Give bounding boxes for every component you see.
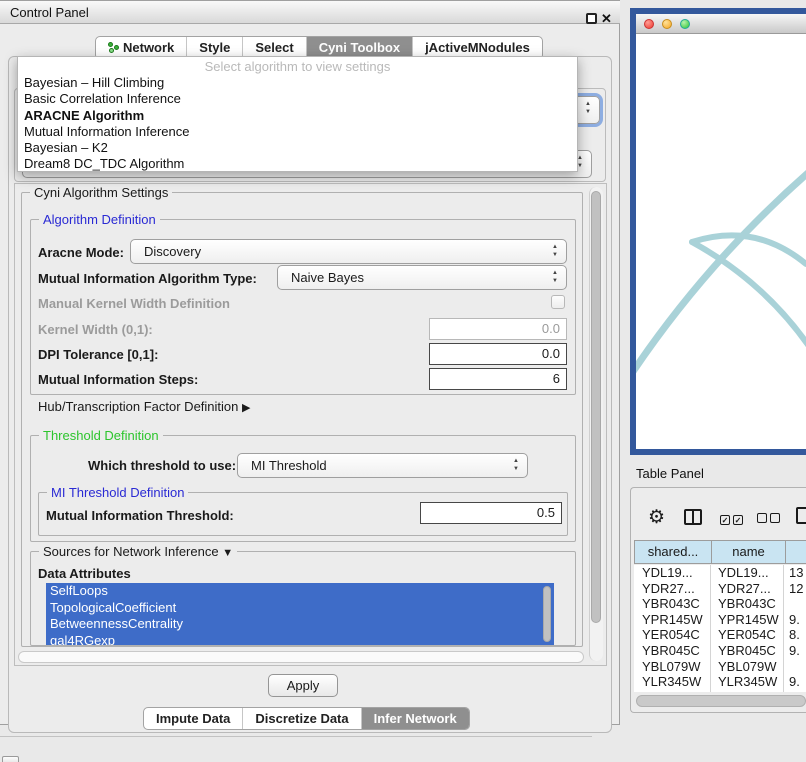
algorithm-option[interactable]: Bayesian – Hill Climbing: [18, 75, 577, 91]
mi-type-combo[interactable]: Naive Bayes ▲▼: [277, 265, 567, 290]
network-view-window: [630, 8, 806, 455]
select-all-columns-icon[interactable]: ✓✓: [720, 511, 743, 526]
data-attribute-item[interactable]: SelfLoops: [46, 583, 554, 600]
table-horizontal-scrollbar[interactable]: [636, 695, 806, 707]
table-row[interactable]: YIL052CYIL052C9: [634, 690, 806, 692]
bottom-divider: [0, 736, 592, 737]
network-icon: [108, 42, 119, 53]
bottom-left-corner-button[interactable]: [2, 756, 19, 762]
aracne-mode-value: Discovery: [144, 244, 201, 259]
data-attributes-list: SelfLoopsTopologicalCoefficientBetweenne…: [46, 583, 554, 645]
table-row[interactable]: YBL079WYBL079W: [634, 659, 806, 675]
algorithm-option[interactable]: Basic Correlation Inference: [18, 91, 577, 107]
table-row[interactable]: YLR345WYLR345W9.: [634, 674, 806, 690]
close-icon[interactable]: ✕: [601, 11, 612, 27]
close-traffic-light-icon[interactable]: [644, 19, 654, 29]
column-header-shared-name[interactable]: shared...: [634, 540, 711, 564]
algorithm-popup-list: Bayesian – Hill ClimbingBasic Correlatio…: [18, 75, 577, 173]
table-row[interactable]: YBR043CYBR043C: [634, 596, 806, 612]
column-view-icon[interactable]: [684, 509, 702, 525]
which-threshold-combo[interactable]: MI Threshold ▲▼: [237, 453, 528, 478]
table-row[interactable]: YDL19...YDL19...13: [634, 565, 806, 581]
mi-steps-label: Mutual Information Steps:: [38, 372, 198, 387]
algorithm-dropdown-prompt: Select algorithm to view settings: [18, 57, 577, 75]
algorithm-option[interactable]: Mutual Information Inference: [18, 124, 577, 140]
minimize-traffic-light-icon[interactable]: [662, 19, 672, 29]
dpi-tolerance-label: DPI Tolerance [0,1]:: [38, 347, 158, 362]
algorithm-option[interactable]: Dream8 DC_TDC Algorithm: [18, 156, 577, 172]
mi-threshold-group-title: MI Threshold Definition: [47, 485, 188, 500]
new-table-icon[interactable]: [796, 507, 806, 524]
threshold-definition-title: Threshold Definition: [39, 428, 163, 443]
control-panel-title: Control Panel: [10, 5, 89, 20]
manual-kernel-label: Manual Kernel Width Definition: [38, 296, 230, 311]
apply-button[interactable]: Apply: [268, 674, 338, 697]
attr-list-scrollbar[interactable]: [543, 586, 551, 642]
gear-icon[interactable]: ⚙: [648, 506, 665, 529]
bottom-tab-bar: Impute Data Discretize Data Infer Networ…: [143, 707, 470, 730]
dpi-tolerance-field[interactable]: 0.0: [429, 343, 567, 365]
manual-kernel-checkbox[interactable]: [551, 295, 565, 309]
tab-infer-network[interactable]: Infer Network: [362, 708, 469, 729]
algorithm-definition-title: Algorithm Definition: [39, 212, 160, 227]
settings-horizontal-scrollbar[interactable]: [18, 651, 584, 663]
sources-group-title[interactable]: Sources for Network Inference ▼: [39, 544, 237, 559]
network-edge[interactable]: [692, 242, 806, 366]
triangle-down-icon: ▼: [222, 547, 233, 559]
table-row[interactable]: YER054CYER054C8.: [634, 627, 806, 643]
column-header-clipped[interactable]: [785, 540, 806, 564]
settings-scrollbar-thumb[interactable]: [591, 191, 601, 623]
which-threshold-label: Which threshold to use:: [88, 458, 236, 473]
table-row[interactable]: YBR045CYBR045C9.: [634, 643, 806, 659]
table-header-row: shared... name: [634, 540, 806, 564]
algorithm-dropdown: Select algorithm to view settings Bayesi…: [17, 56, 578, 172]
aracne-mode-label: Aracne Mode:: [38, 245, 124, 260]
mi-threshold-field[interactable]: 0.5: [420, 502, 562, 524]
cyni-settings-group-title: Cyni Algorithm Settings: [30, 185, 172, 200]
which-threshold-value: MI Threshold: [251, 458, 327, 473]
network-canvas[interactable]: [636, 34, 806, 449]
control-panel-titlebar[interactable]: Control Panel: [0, 0, 620, 24]
screen: Control Panel ✕ Network Style Select Cyn…: [0, 0, 806, 762]
aracne-mode-combo[interactable]: Discovery ▲▼: [130, 239, 567, 264]
zoom-traffic-light-icon[interactable]: [680, 19, 690, 29]
column-header-name[interactable]: name: [711, 540, 785, 564]
deselect-all-columns-icon[interactable]: [757, 511, 780, 526]
network-window-titlebar[interactable]: [636, 14, 806, 34]
tab-impute-data[interactable]: Impute Data: [144, 708, 243, 729]
mi-type-label: Mutual Information Algorithm Type:: [38, 271, 257, 286]
kernel-width-label: Kernel Width (0,1):: [38, 322, 153, 337]
table-panel-title: Table Panel: [636, 466, 704, 481]
table-body: YDL19...YDL19...13YDR27...YDR27...12YBR0…: [634, 565, 806, 692]
network-edge[interactable]: [636, 166, 806, 382]
mi-type-value: Naive Bayes: [291, 270, 364, 285]
algorithm-option[interactable]: Bayesian – K2: [18, 140, 577, 156]
float-window-icon[interactable]: [586, 13, 597, 24]
mi-threshold-label: Mutual Information Threshold:: [46, 508, 234, 523]
data-attribute-item[interactable]: TopologicalCoefficient: [46, 600, 554, 617]
data-attribute-item[interactable]: BetweennessCentrality: [46, 616, 554, 633]
mi-steps-field[interactable]: 6: [429, 368, 567, 390]
tab-discretize-data[interactable]: Discretize Data: [243, 708, 361, 729]
data-attribute-item[interactable]: gal4RGexp: [46, 633, 554, 645]
algorithm-option[interactable]: ARACNE Algorithm: [18, 108, 577, 124]
data-attributes-label: Data Attributes: [38, 566, 131, 581]
hub-definition-expander[interactable]: Hub/Transcription Factor Definition ▶: [38, 399, 250, 414]
table-row[interactable]: YPR145WYPR145W9.: [634, 612, 806, 628]
triangle-right-icon: ▶: [242, 402, 250, 414]
kernel-width-field[interactable]: 0.0: [429, 318, 567, 340]
table-row[interactable]: YDR27...YDR27...12: [634, 581, 806, 597]
